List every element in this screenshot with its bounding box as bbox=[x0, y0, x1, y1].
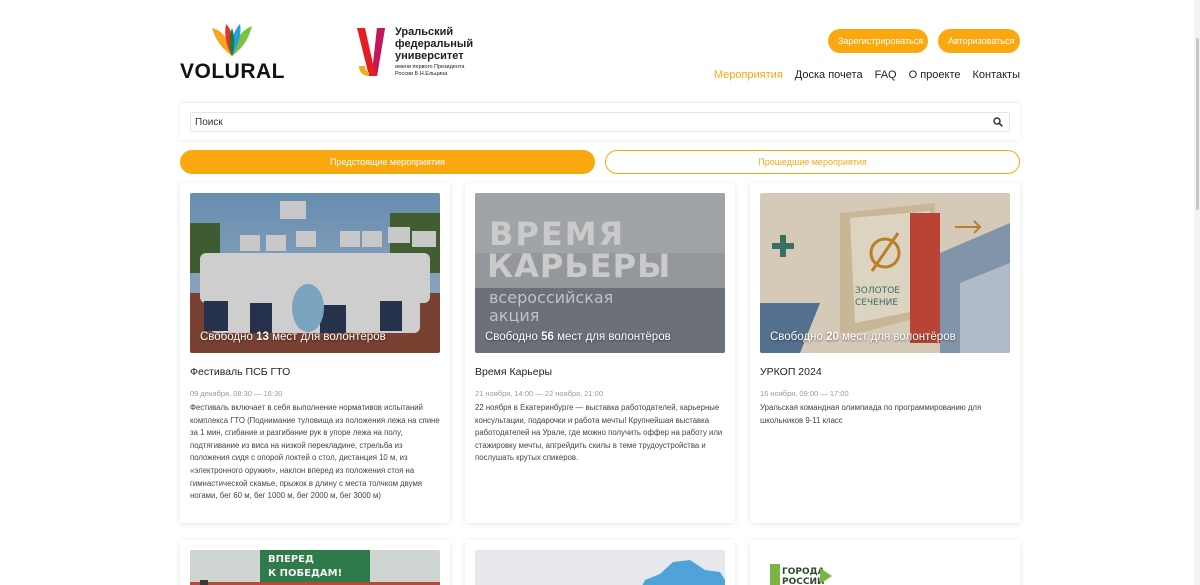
free-prefix: Свободно bbox=[770, 331, 823, 343]
event-date: 09 декабря, 08:30 — 16:30 bbox=[190, 389, 283, 398]
event-image: Свободно 13 мест для волонтёров bbox=[190, 193, 440, 353]
free-count: 13 bbox=[256, 331, 269, 343]
main-nav: Мероприятия Доска почета FAQ О проекте К… bbox=[714, 69, 1020, 81]
auth-buttons: Зарегистрироваться Авторизоваться bbox=[828, 29, 1020, 53]
free-prefix: Свободно bbox=[485, 331, 538, 343]
banner-line-1: ВПЕРЕД bbox=[268, 554, 314, 565]
nav-events[interactable]: Мероприятия bbox=[714, 69, 783, 81]
event-map bbox=[475, 550, 725, 585]
event-image: ГОРОДА РОССИИ bbox=[760, 550, 1010, 585]
free-slots-label: Свободно 56 мест для волонтёров bbox=[485, 331, 671, 343]
event-date: 21 ноября, 14:00 — 22 ноября, 21:00 bbox=[475, 389, 604, 398]
logo-line-2: РОССИИ bbox=[782, 577, 825, 585]
urfu-logo[interactable]: Уральский федеральный университет имени … bbox=[355, 26, 485, 82]
event-photo-victory: ВПЕРЕД К ПОБЕДАМ! bbox=[190, 550, 440, 585]
tab-past-events[interactable]: Прошедшие мероприятия bbox=[605, 150, 1020, 174]
volural-leaves-icon bbox=[212, 24, 252, 56]
event-title[interactable]: Фестиваль ПСБ ГТО bbox=[190, 366, 290, 378]
urfu-mark-icon bbox=[357, 28, 385, 76]
event-card[interactable]: Свободно 13 мест для волонтёров Фестивал… bbox=[180, 183, 450, 523]
scrollbar-thumb[interactable] bbox=[1196, 38, 1199, 210]
event-photo-gto bbox=[190, 193, 440, 353]
search-input[interactable] bbox=[190, 112, 1010, 132]
nav-faq[interactable]: FAQ bbox=[875, 69, 897, 81]
free-prefix: Свободно bbox=[200, 331, 253, 343]
free-slots-label: Свободно 13 мест для волонтёров bbox=[200, 331, 386, 343]
urfu-sub-2: России Б.Н.Ельцина bbox=[395, 71, 448, 77]
page-scrollbar[interactable] bbox=[1194, 0, 1200, 585]
urfu-line-2: федеральный bbox=[395, 38, 474, 50]
event-card[interactable]: ВРЕМЯ КАРЬЕРЫ всероссийская акция Свобод… bbox=[465, 183, 735, 523]
banner-line-2: К ПОБЕДАМ! bbox=[268, 568, 342, 579]
urfu-line-1: Уральский bbox=[395, 26, 454, 38]
free-count: 20 bbox=[826, 331, 839, 343]
urfu-text: Уральский федеральный университет имени … bbox=[395, 26, 473, 78]
event-poster-urkop: ЗОЛОТОЕ СЕЧЕНИЕ bbox=[760, 193, 1010, 353]
urfu-line-3: университет bbox=[395, 50, 464, 62]
nav-honor-board[interactable]: Доска почета bbox=[795, 69, 863, 81]
login-button[interactable]: Авторизоваться bbox=[938, 29, 1020, 53]
header: VOLURAL Уральский федеральный университе… bbox=[180, 22, 1020, 92]
register-button[interactable]: Зарегистрироваться bbox=[828, 29, 928, 53]
volural-wordmark: VOLURAL bbox=[180, 60, 285, 83]
event-card[interactable]: ЗОЛОТОЕ СЕЧЕНИЕ Свободно 20 мест для вол… bbox=[750, 183, 1020, 523]
event-date: 16 ноября, 09:00 — 17:00 bbox=[760, 389, 849, 398]
free-suffix: мест для волонтёров bbox=[272, 331, 386, 343]
volural-logo[interactable]: VOLURAL bbox=[180, 22, 285, 84]
free-suffix: мест для волонтёров bbox=[842, 331, 956, 343]
nav-about[interactable]: О проекте bbox=[909, 69, 961, 81]
event-card[interactable]: ГОРОДА РОССИИ bbox=[750, 540, 1020, 585]
event-title[interactable]: УРКОП 2024 bbox=[760, 366, 822, 378]
event-description: 22 ноября в Екатеринбурге — выставка раб… bbox=[475, 403, 723, 463]
urfu-sub-1: имени первого Президента bbox=[395, 64, 465, 70]
search-icon[interactable] bbox=[993, 117, 1003, 127]
free-suffix: мест для волонтёров bbox=[557, 331, 671, 343]
logo-line-1: ГОРОДА bbox=[782, 567, 825, 577]
nav-contacts[interactable]: Контакты bbox=[972, 69, 1020, 81]
search-bar bbox=[180, 102, 1020, 140]
event-card[interactable]: ВПЕРЕД К ПОБЕДАМ! bbox=[180, 540, 450, 585]
tab-upcoming-events[interactable]: Предстоящие мероприятия bbox=[180, 150, 595, 174]
event-description: Уральская командная олимпиада по програм… bbox=[760, 403, 982, 425]
event-description: Фестиваль включает в себя выполнение нор… bbox=[190, 403, 440, 501]
event-image bbox=[475, 550, 725, 585]
event-poster-career: ВРЕМЯ КАРЬЕРЫ всероссийская акция bbox=[475, 193, 725, 353]
free-count: 56 bbox=[541, 331, 554, 343]
event-poster-cities: ГОРОДА РОССИИ bbox=[760, 550, 1010, 585]
event-image: ЗОЛОТОЕ СЕЧЕНИЕ Свободно 20 мест для вол… bbox=[760, 193, 1010, 353]
event-image: ВПЕРЕД К ПОБЕДАМ! bbox=[190, 550, 440, 585]
free-slots-label: Свободно 20 мест для волонтёров bbox=[770, 331, 956, 343]
event-title[interactable]: Время Карьеры bbox=[475, 366, 552, 378]
event-image: ВРЕМЯ КАРЬЕРЫ всероссийская акция Свобод… bbox=[475, 193, 725, 353]
event-card[interactable] bbox=[465, 540, 735, 585]
